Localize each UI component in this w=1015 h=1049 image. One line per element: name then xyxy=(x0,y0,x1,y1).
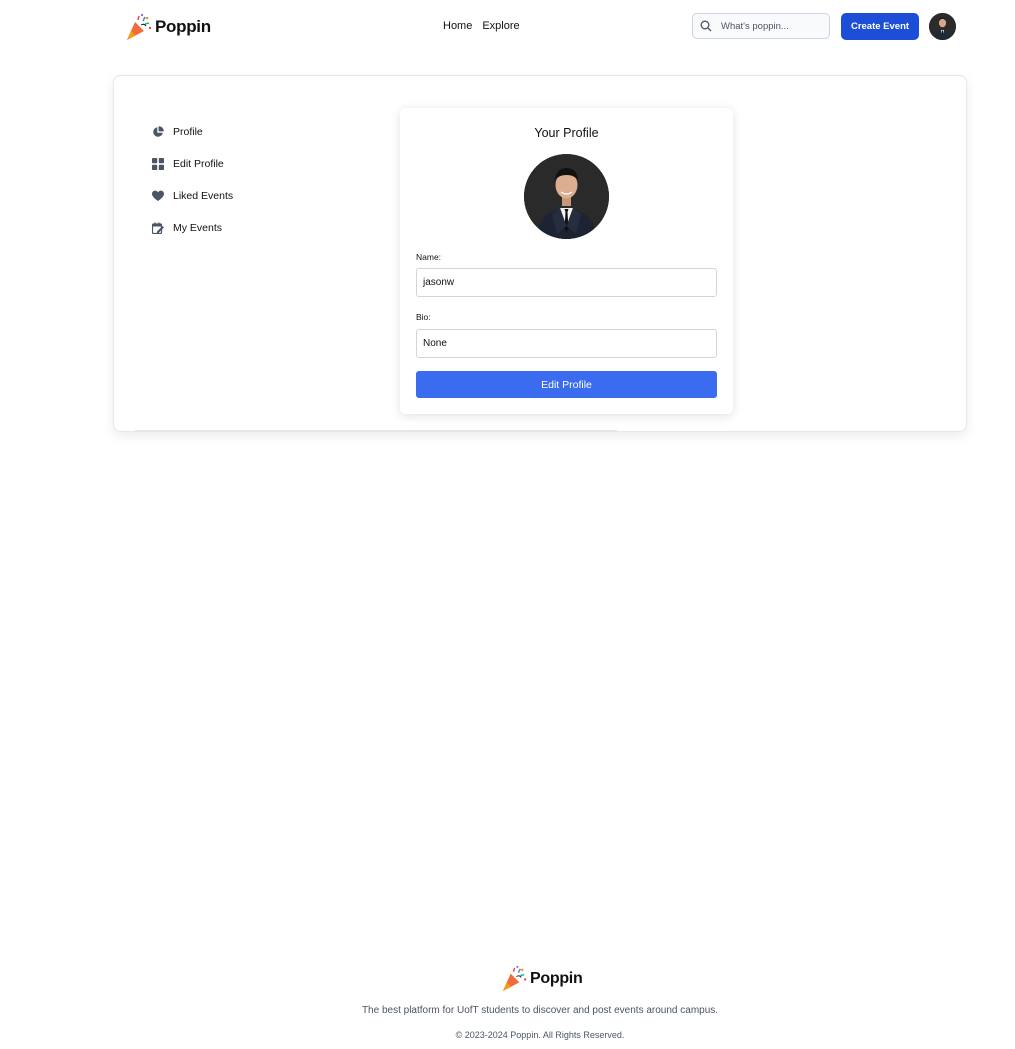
name-label: Name: xyxy=(416,252,442,262)
profile-title: Your Profile xyxy=(534,126,599,140)
party-popper-icon xyxy=(502,965,527,992)
party-popper-icon xyxy=(127,13,152,40)
profile-photo-image xyxy=(524,154,609,239)
profile-panel: Your Profile Name: Bio: Edit Profile xyxy=(400,108,733,414)
divider xyxy=(135,430,617,431)
profile-sidebar: Profile Edit Profile Liked Events My Eve… xyxy=(152,124,233,252)
sidebar-item-label: Liked Events xyxy=(173,190,234,202)
search-icon xyxy=(700,20,712,32)
profile-photo xyxy=(524,154,609,239)
sidebar-item-liked-events[interactable]: Liked Events xyxy=(152,188,233,204)
user-avatar[interactable] xyxy=(929,13,956,40)
footer-brand-name: Poppin xyxy=(530,969,583,987)
avatar-image xyxy=(929,13,956,40)
footer-copyright: © 2023-2024 Poppin. All Rights Reserved. xyxy=(455,1030,625,1040)
brand-logo-link[interactable]: Poppin xyxy=(125,13,211,41)
main-nav: Home Explore xyxy=(443,20,520,32)
sidebar-item-label: My Events xyxy=(173,222,223,234)
grid-icon xyxy=(152,158,164,170)
brand-name: Poppin xyxy=(155,17,211,36)
pie-chart-icon xyxy=(153,126,164,137)
bio-field[interactable] xyxy=(416,329,717,358)
create-event-button[interactable]: Create Event xyxy=(841,13,919,40)
search-box xyxy=(692,13,830,39)
footer-tagline: The best platform for UofT students to d… xyxy=(361,1005,719,1016)
sidebar-item-label: Edit Profile xyxy=(173,158,224,170)
sidebar-item-edit-profile[interactable]: Edit Profile xyxy=(152,156,233,172)
heart-icon xyxy=(152,190,164,201)
edit-profile-button[interactable]: Edit Profile xyxy=(416,371,717,398)
nav-home-link[interactable]: Home xyxy=(443,20,472,32)
top-navbar: Poppin Home Explore Create Event xyxy=(0,0,1015,54)
sidebar-item-label: Profile xyxy=(173,126,203,138)
footer-brand: Poppin xyxy=(501,965,583,992)
calendar-edit-icon xyxy=(152,222,164,234)
name-field[interactable] xyxy=(416,268,717,297)
sidebar-item-my-events[interactable]: My Events xyxy=(152,220,233,236)
bio-label: Bio: xyxy=(416,312,431,322)
nav-explore-link[interactable]: Explore xyxy=(482,20,519,32)
search-input[interactable] xyxy=(721,20,821,32)
sidebar-item-profile[interactable]: Profile xyxy=(152,124,233,140)
